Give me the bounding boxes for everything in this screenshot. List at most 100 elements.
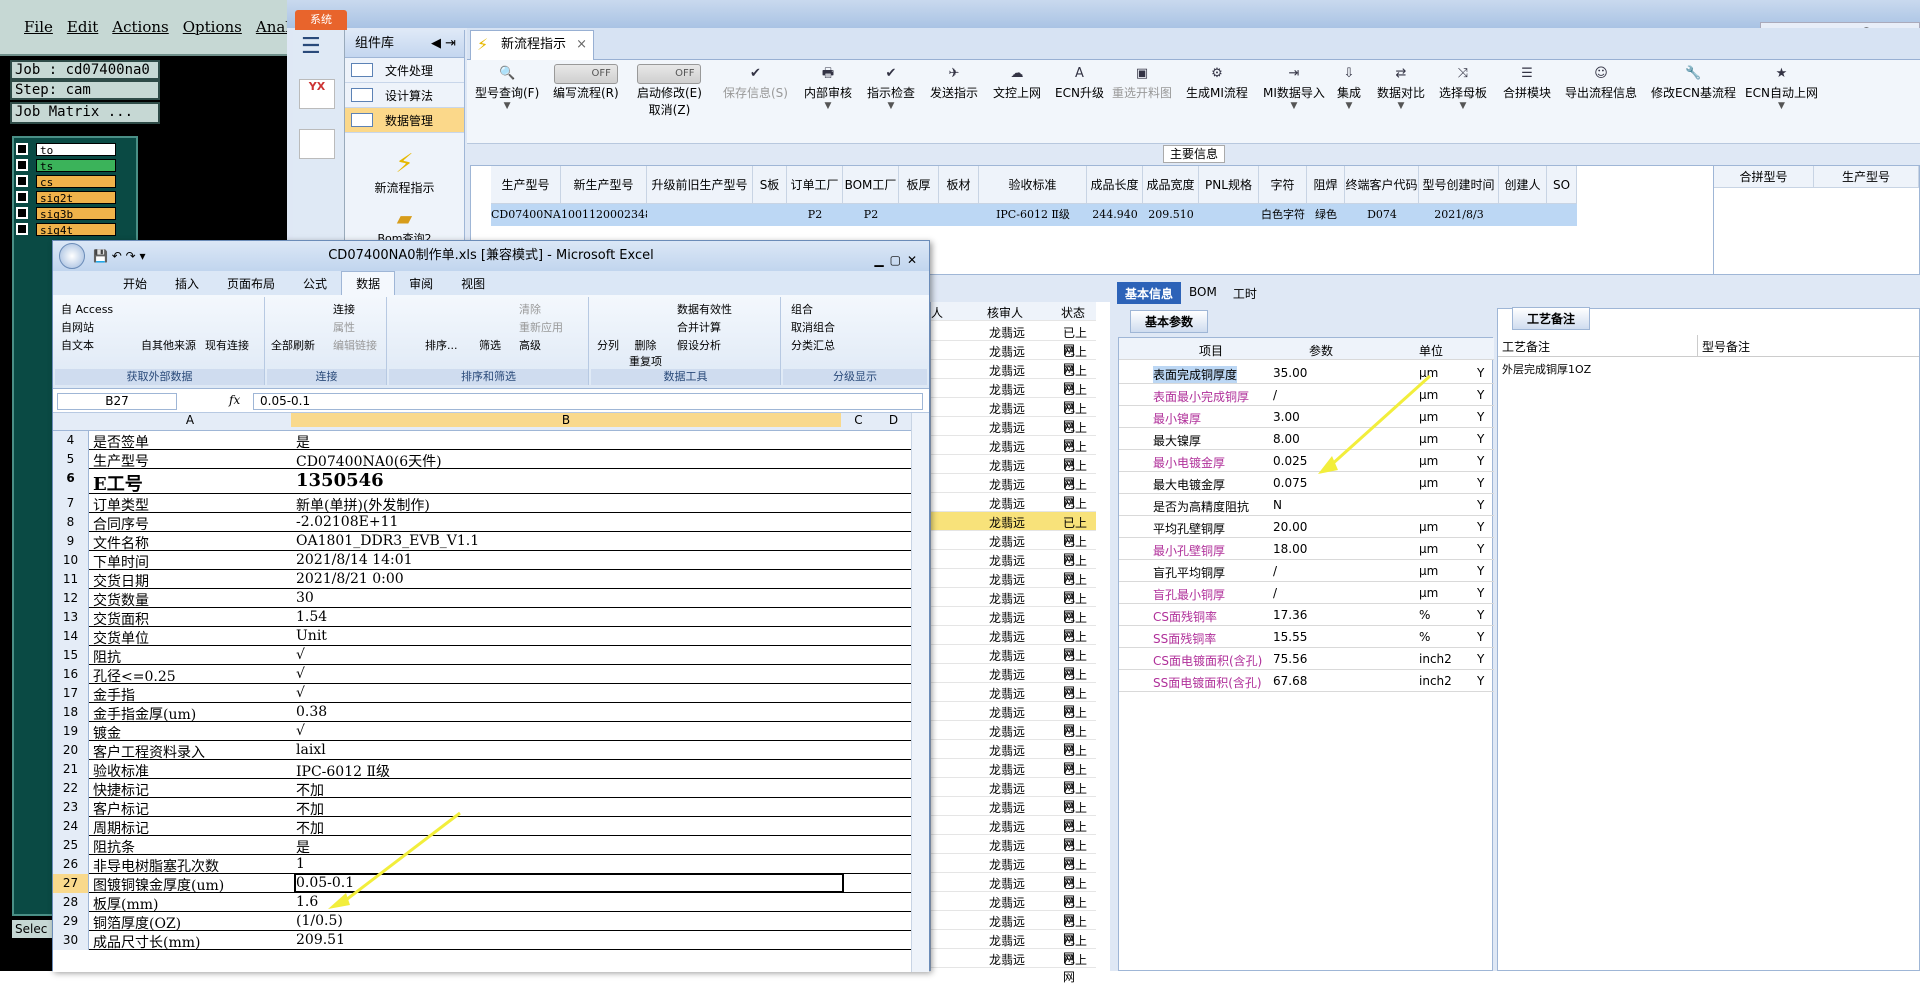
param-value[interactable]: /	[1273, 586, 1277, 600]
consolidate-button[interactable]: 合并计算	[677, 319, 721, 335]
cell-a[interactable]: 订单类型	[93, 495, 291, 515]
param-value[interactable]: 18.00	[1273, 542, 1307, 556]
hamburger-icon[interactable]: ☰	[301, 34, 336, 59]
ungroup-button[interactable]: 取消组合	[791, 319, 835, 335]
reapply-button[interactable]: 重新应用	[519, 319, 563, 335]
menu-options[interactable]: Options	[177, 16, 248, 38]
cell-b[interactable]: CD07400NA0(6天件)	[296, 451, 442, 471]
grid-header[interactable]: 订单工厂	[787, 166, 843, 204]
row-number[interactable]: 21	[53, 760, 89, 779]
row-number[interactable]: 25	[53, 836, 89, 855]
param-value[interactable]: 0.075	[1273, 476, 1307, 490]
text-to-columns-button[interactable]: 分列	[597, 337, 619, 353]
param-value[interactable]: /	[1273, 388, 1277, 402]
toolbar-model-query[interactable]: 🔍 型号查询(F) ▼	[475, 64, 539, 111]
layer-row[interactable]: to	[16, 142, 116, 157]
sheet-row[interactable]: 20 客户工程资料录入 laixl	[53, 741, 911, 761]
grid-cell[interactable]: D074	[1345, 204, 1419, 226]
cell-a[interactable]: 交货日期	[93, 571, 291, 591]
cell-b[interactable]: (1/0.5)	[296, 913, 343, 929]
param-value[interactable]: 17.36	[1273, 608, 1307, 622]
grid-header[interactable]: 生产型号	[491, 166, 561, 204]
row-number[interactable]: 26	[53, 855, 89, 874]
row-number[interactable]: 29	[53, 912, 89, 931]
basic-param-row[interactable]: SS面电镀面积(含孔) 67.68 inch2 Y	[1119, 670, 1494, 692]
tab-page-layout[interactable]: 页面布局	[213, 272, 289, 295]
cell-a[interactable]: 阻抗条	[93, 837, 291, 857]
row-number[interactable]: 13	[53, 608, 89, 627]
cell-b[interactable]: 1.6	[296, 894, 318, 910]
reviewer-row[interactable]: 龙翡远已上网	[931, 379, 1096, 414]
reviewer-row[interactable]: 龙翡远已上网	[931, 930, 1096, 965]
column-header-b[interactable]: B	[291, 413, 841, 427]
layer-row[interactable]: sig3b	[16, 206, 116, 221]
cell-b[interactable]: 209.51	[296, 932, 345, 948]
cell-b[interactable]: 0.38	[296, 704, 327, 720]
param-value[interactable]: /	[1273, 564, 1277, 578]
reviewer-row[interactable]: 龙翡远已上网	[931, 322, 1096, 357]
param-value[interactable]: 35.00	[1273, 366, 1307, 380]
sheet-row[interactable]: 16 孔径<=0.25 √	[53, 665, 911, 685]
refresh-all-button[interactable]: 全部刷新	[271, 337, 315, 353]
fx-icon[interactable]: fx	[229, 393, 240, 407]
close-icon[interactable]: ×	[576, 31, 587, 59]
toolbar-integrate[interactable]: ⇩ 集成 ▼	[1337, 64, 1361, 111]
cell-a[interactable]: 生产型号	[93, 451, 291, 471]
row-number[interactable]: 8	[53, 513, 89, 532]
column-header-a[interactable]: A	[89, 413, 291, 427]
sheet-row[interactable]: 29 铜箔厚度(OZ) (1/0.5)	[53, 912, 911, 932]
tab-basic-info[interactable]: 基本信息	[1117, 282, 1182, 304]
properties-button[interactable]: 属性	[333, 319, 355, 335]
grid-header[interactable]: 升级前旧生产型号	[647, 166, 753, 204]
basic-param-row[interactable]: 盲孔平均铜厚 / μm Y	[1119, 560, 1494, 582]
basic-param-row[interactable]: 平均孔壁铜厚 20.00 μm Y	[1119, 516, 1494, 538]
row-number[interactable]: 23	[53, 798, 89, 817]
toolbar-merge-module[interactable]: ☰ 合拼模块	[1503, 64, 1551, 101]
layer-row[interactable]: cs	[16, 174, 116, 189]
basic-param-row[interactable]: 最小电镀金厚 0.025 μm Y	[1119, 450, 1494, 472]
row-number[interactable]: 9	[53, 532, 89, 551]
cell-a[interactable]: 板厚(mm)	[93, 894, 291, 914]
grid-header[interactable]: 参数	[1309, 342, 1333, 359]
sheet-row[interactable]: 4 是否签单是	[53, 431, 911, 451]
grid-header[interactable]: 人	[931, 304, 943, 321]
reviewer-row[interactable]: 龙翡远已上网	[931, 417, 1096, 452]
grid-cell[interactable]: IPC-6012 Ⅱ级	[979, 204, 1087, 226]
grid-header[interactable]: 型号创建时间	[1419, 166, 1499, 204]
toolbar-generate-mi[interactable]: ⚙ 生成MI流程	[1186, 64, 1248, 101]
sort-button[interactable]: 排序...	[425, 337, 458, 353]
grid-cell[interactable]: CD07400NA0	[491, 204, 561, 226]
row-number[interactable]: 20	[53, 741, 89, 760]
reviewer-row[interactable]: 龙翡远已上网	[931, 474, 1096, 509]
tab-work-hours[interactable]: 工时	[1225, 282, 1265, 304]
job-matrix-button[interactable]: Job Matrix ...	[10, 102, 160, 124]
menu-file[interactable]: File	[18, 16, 59, 38]
cell-a[interactable]: 镀金	[93, 723, 291, 743]
grid-cell[interactable]: 10011200023486	[561, 204, 647, 226]
calculator-icon[interactable]	[299, 129, 335, 159]
cell-a[interactable]: 快捷标记	[93, 780, 291, 800]
group-button[interactable]: 组合	[791, 301, 813, 317]
row-number[interactable]: 15	[53, 646, 89, 665]
layer-checkbox[interactable]	[16, 175, 28, 187]
cell-b[interactable]: 30	[296, 590, 314, 606]
reviewer-row[interactable]: 龙翡远已上网	[931, 778, 1096, 813]
basic-param-row[interactable]: 盲孔最小铜厚 / μm Y	[1119, 582, 1494, 604]
edit-flow-toggle[interactable]: OFF	[553, 64, 618, 84]
cell-b[interactable]: 1	[296, 856, 305, 872]
menu-actions[interactable]: Actions	[106, 16, 174, 38]
start-modify-toggle[interactable]: OFF	[637, 64, 702, 84]
sheet-row[interactable]: 5 生产型号 CD07400NA0(6天件)	[53, 450, 911, 471]
cell-b[interactable]: OA1801_DDR3_EVB_V1.1	[296, 533, 479, 549]
tab-basic-params[interactable]: 基本参数	[1130, 310, 1209, 333]
sheet-row[interactable]: 25 阻抗条是	[53, 836, 911, 857]
row-number[interactable]: 19	[53, 722, 89, 741]
reviewer-row[interactable]: 龙翡远已上网	[931, 531, 1096, 566]
toolbar-cancel[interactable]: 取消(Z)	[637, 101, 702, 118]
cell-b[interactable]: √	[296, 666, 305, 682]
cell-a[interactable]: 阻抗	[93, 647, 291, 667]
cell-b[interactable]: Unit	[296, 628, 327, 644]
basic-param-row[interactable]: 最小孔壁铜厚 18.00 μm Y	[1119, 538, 1494, 560]
cell-a[interactable]: 交货单位	[93, 628, 291, 648]
sheet-row[interactable]: 10 下单时间 2021/8/14 14:01	[53, 551, 911, 571]
